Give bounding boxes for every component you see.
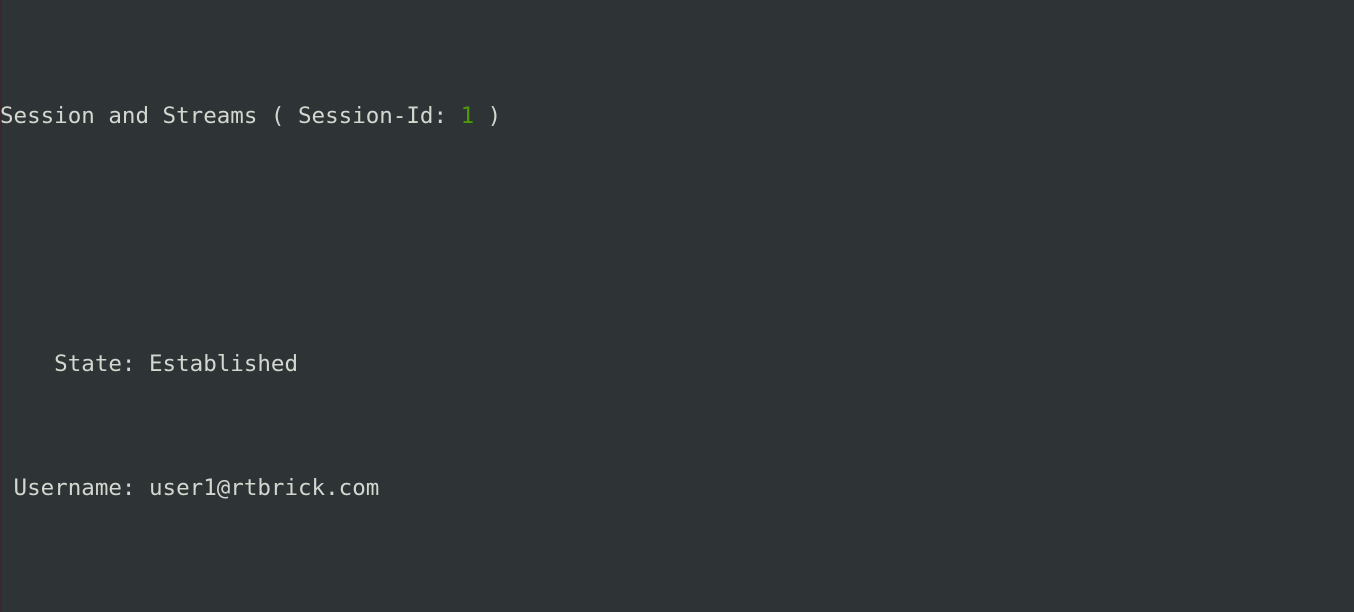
session-id-value: 1 <box>460 103 475 129</box>
session-title-suffix: ) <box>474 103 502 129</box>
line-blank-1 <box>0 225 1179 256</box>
line-session-title: Session and Streams ( Session-Id: 1 ) <box>0 101 1179 132</box>
line-state: State: Established <box>0 351 299 377</box>
session-title-prefix: Session and Streams ( Session-Id: <box>0 103 461 129</box>
line-username: Username: user1@rtbrick.com <box>0 475 380 501</box>
line-blank-2 <box>0 597 1179 612</box>
terminal-output: Session and Streams ( Session-Id: 1 ) St… <box>0 8 1179 612</box>
terminal-window[interactable]: Session and Streams ( Session-Id: 1 ) St… <box>0 0 1354 612</box>
